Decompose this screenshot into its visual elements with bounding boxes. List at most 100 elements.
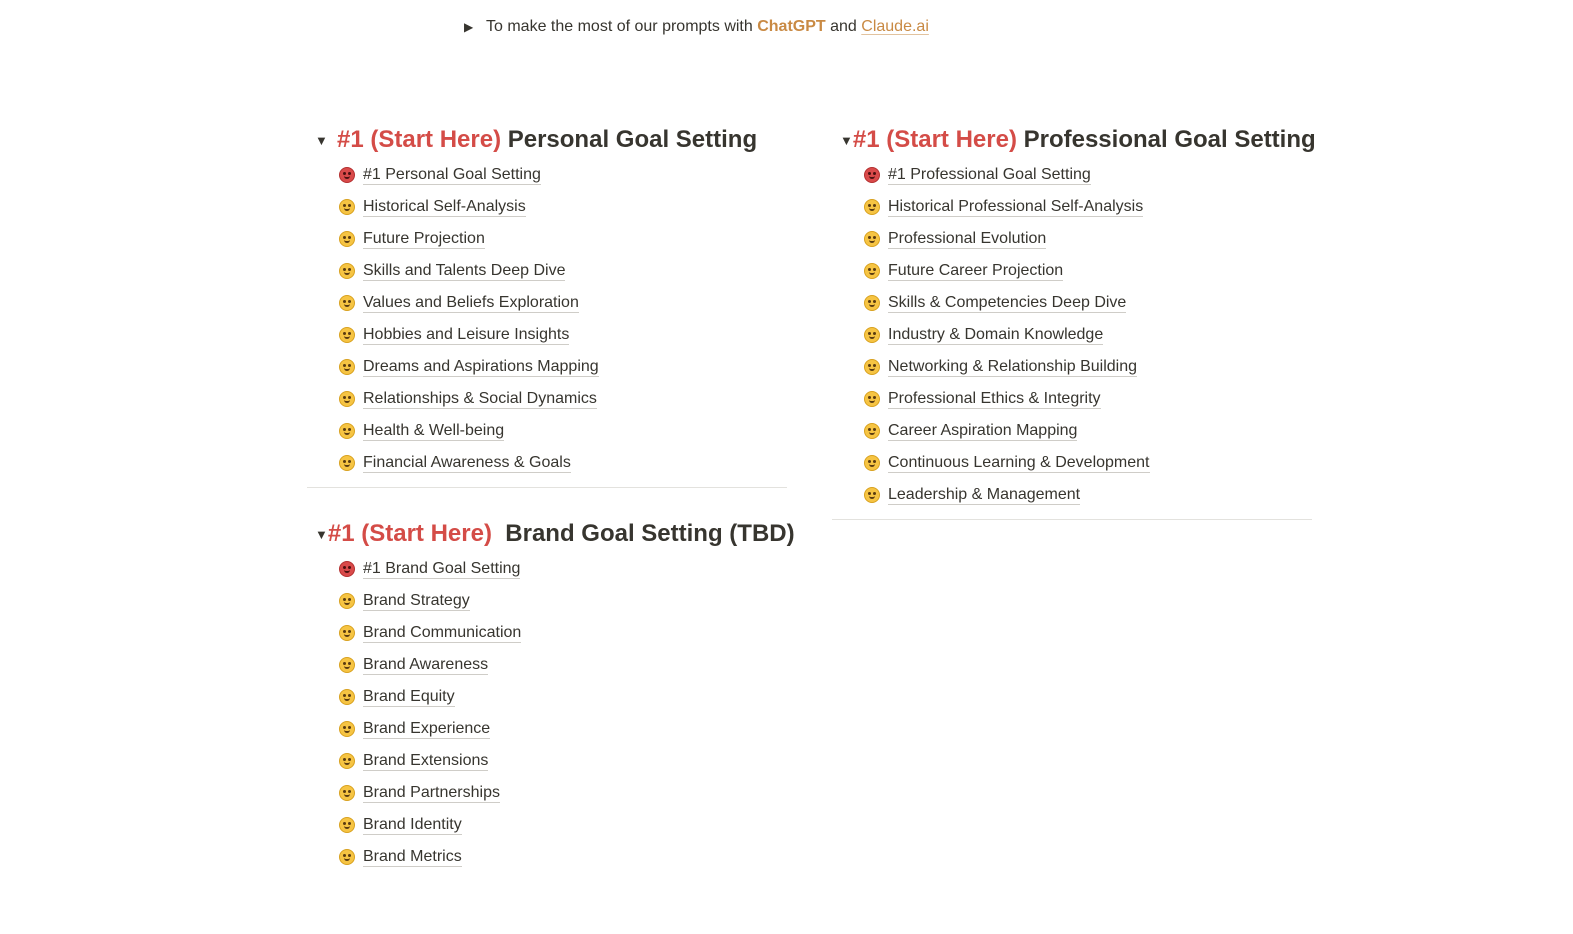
- personal-divider: [307, 487, 787, 488]
- page-link-label[interactable]: Brand Metrics: [363, 847, 462, 867]
- list-item[interactable]: Dreams and Aspirations Mapping: [307, 351, 787, 383]
- grin-emoji-icon: [864, 295, 880, 311]
- list-item[interactable]: Hobbies and Leisure Insights: [307, 319, 787, 351]
- list-item[interactable]: Brand Identity: [307, 809, 787, 841]
- page-link-label[interactable]: Future Career Projection: [888, 261, 1064, 281]
- emoji-mouth: [344, 430, 350, 435]
- brand-title: Brand Goal Setting (TBD): [491, 520, 795, 547]
- emoji-mouth: [344, 824, 350, 829]
- grin-emoji-icon: [339, 593, 355, 609]
- triangle-down-icon[interactable]: ▼: [307, 527, 328, 542]
- list-item[interactable]: Financial Awareness & Goals: [307, 447, 787, 479]
- list-item[interactable]: #1 Brand Goal Setting: [307, 553, 787, 585]
- list-item[interactable]: Brand Awareness: [307, 649, 787, 681]
- list-item[interactable]: Skills and Talents Deep Dive: [307, 255, 787, 287]
- list-item[interactable]: Continuous Learning & Development: [832, 447, 1312, 479]
- page-link-label[interactable]: #1 Brand Goal Setting: [363, 559, 521, 579]
- personal-list: #1 Personal Goal Setting Historical Self-…: [307, 159, 787, 479]
- page-link-label[interactable]: Skills and Talents Deep Dive: [363, 261, 566, 281]
- grin-emoji-icon: [339, 817, 355, 833]
- list-item[interactable]: Networking & Relationship Building: [832, 351, 1312, 383]
- list-item[interactable]: Brand Partnerships: [307, 777, 787, 809]
- page-link-label[interactable]: Brand Awareness: [363, 655, 489, 675]
- page-link-label[interactable]: Brand Communication: [363, 623, 522, 643]
- page-link-label[interactable]: Brand Partnerships: [363, 783, 500, 803]
- page-link-label[interactable]: Professional Ethics & Integrity: [888, 389, 1101, 409]
- page-link-label[interactable]: Brand Equity: [363, 687, 455, 707]
- page-link-label[interactable]: #1 Professional Goal Setting: [888, 165, 1091, 185]
- list-item[interactable]: Brand Communication: [307, 617, 787, 649]
- list-item[interactable]: Industry & Domain Knowledge: [832, 319, 1312, 351]
- grin-emoji-icon: [864, 327, 880, 343]
- professional-goal-section: ▼ #1 (Start Here) Professional Goal Sett…: [832, 123, 1316, 520]
- page-link-label[interactable]: Networking & Relationship Building: [888, 357, 1138, 377]
- emoji-mouth: [344, 696, 350, 701]
- emoji-mouth: [869, 430, 875, 435]
- emoji-mouth: [869, 494, 875, 499]
- emoji-mouth: [344, 334, 350, 339]
- page-link-label[interactable]: Financial Awareness & Goals: [363, 453, 571, 473]
- list-item[interactable]: Professional Ethics & Integrity: [832, 383, 1312, 415]
- page-link-label[interactable]: Industry & Domain Knowledge: [888, 325, 1104, 345]
- page-link-label[interactable]: Professional Evolution: [888, 229, 1047, 249]
- emoji-mouth: [344, 856, 350, 861]
- page-link-label[interactable]: Future Projection: [363, 229, 485, 249]
- emoji-mouth: [869, 462, 875, 467]
- grin-emoji-icon: [339, 423, 355, 439]
- page-link-label[interactable]: Brand Extensions: [363, 751, 489, 771]
- intro-text: To make the most of our prompts with: [486, 18, 758, 35]
- list-item[interactable]: Health & Well-being: [307, 415, 787, 447]
- professional-section-header[interactable]: ▼ #1 (Start Here) Professional Goal Sett…: [832, 123, 1316, 157]
- emoji-mouth: [344, 664, 350, 669]
- list-item[interactable]: Leadership & Management: [832, 479, 1312, 511]
- grin-emoji-icon: [339, 753, 355, 769]
- page-link-label[interactable]: Skills & Competencies Deep Dive: [888, 293, 1127, 313]
- page-link-label[interactable]: Continuous Learning & Development: [888, 453, 1150, 473]
- grin-emoji-icon: [864, 487, 880, 503]
- list-item[interactable]: Brand Experience: [307, 713, 787, 745]
- claude-link[interactable]: Claude.ai: [861, 18, 929, 36]
- intro-toggle[interactable]: ▶ To make the most of our prompts with C…: [464, 16, 929, 38]
- emoji-mouth: [344, 174, 350, 179]
- emoji-mouth: [344, 632, 350, 637]
- page-link-label[interactable]: #1 Personal Goal Setting: [363, 165, 541, 185]
- triangle-down-icon[interactable]: ▼: [832, 133, 853, 148]
- list-item[interactable]: Career Aspiration Mapping: [832, 415, 1312, 447]
- list-item[interactable]: Brand Metrics: [307, 841, 787, 873]
- emoji-mouth: [344, 728, 350, 733]
- list-item[interactable]: Relationships & Social Dynamics: [307, 383, 787, 415]
- triangle-down-icon[interactable]: ▼: [307, 133, 337, 148]
- page-link-label[interactable]: Leadership & Management: [888, 485, 1081, 505]
- page-link-label[interactable]: Brand Experience: [363, 719, 491, 739]
- personal-section-header[interactable]: ▼ #1 (Start Here) Personal Goal Setting: [307, 123, 787, 157]
- page-link-label[interactable]: Career Aspiration Mapping: [888, 421, 1078, 441]
- page-link-label[interactable]: Dreams and Aspirations Mapping: [363, 357, 599, 377]
- grin-emoji-icon: [339, 391, 355, 407]
- list-item[interactable]: Professional Evolution: [832, 223, 1312, 255]
- list-item[interactable]: Brand Extensions: [307, 745, 787, 777]
- page-link-label[interactable]: Values and Beliefs Exploration: [363, 293, 579, 313]
- triangle-right-icon[interactable]: ▶: [464, 20, 486, 34]
- page-link-label[interactable]: Brand Identity: [363, 815, 462, 835]
- list-item[interactable]: Historical Self-Analysis: [307, 191, 787, 223]
- intro-and: and: [825, 18, 862, 35]
- grin-emoji-icon: [339, 785, 355, 801]
- personal-title-prefix: #1 (Start Here): [337, 126, 502, 153]
- list-item[interactable]: Future Career Projection: [832, 255, 1312, 287]
- brand-section-header[interactable]: ▼ #1 (Start Here) Brand Goal Setting (TB…: [307, 517, 795, 551]
- page-link-label[interactable]: Relationships & Social Dynamics: [363, 389, 597, 409]
- page-link-label[interactable]: Historical Professional Self-Analysis: [888, 197, 1144, 217]
- page-link-label[interactable]: Historical Self-Analysis: [363, 197, 526, 217]
- list-item[interactable]: Values and Beliefs Exploration: [307, 287, 787, 319]
- list-item[interactable]: Brand Strategy: [307, 585, 787, 617]
- list-item[interactable]: Skills & Competencies Deep Dive: [832, 287, 1312, 319]
- page-link-label[interactable]: Health & Well-being: [363, 421, 505, 441]
- page-link-label[interactable]: Brand Strategy: [363, 591, 470, 611]
- list-item[interactable]: Brand Equity: [307, 681, 787, 713]
- page-link-label[interactable]: Hobbies and Leisure Insights: [363, 325, 570, 345]
- list-item[interactable]: #1 Professional Goal Setting: [832, 159, 1312, 191]
- list-item[interactable]: Historical Professional Self-Analysis: [832, 191, 1312, 223]
- list-item[interactable]: #1 Personal Goal Setting: [307, 159, 787, 191]
- list-item[interactable]: Future Projection: [307, 223, 787, 255]
- chatgpt-text: ChatGPT: [757, 18, 826, 35]
